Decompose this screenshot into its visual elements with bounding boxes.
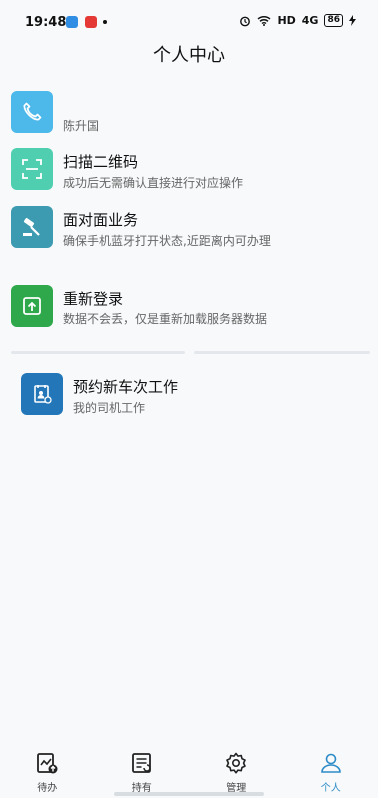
status-indicators: HD 4G 86	[239, 14, 356, 27]
reserve-icon	[21, 373, 63, 415]
reserve-trip-subtitle: 我的司机工作	[73, 401, 146, 415]
bottom-tab-bar: 待办 持有 管理 个人	[0, 744, 378, 798]
phone-icon	[11, 91, 53, 133]
holding-list-icon	[131, 753, 151, 773]
tab-todo-label: 待办	[37, 783, 58, 794]
tab-personal-label: 个人	[320, 783, 341, 794]
scan-qrcode-title: 扫描二维码	[63, 153, 139, 171]
relogin-subtitle: 数据不会丢，仅是重新加载服务器数据	[63, 312, 268, 326]
face-to-face-title: 面对面业务	[63, 211, 139, 229]
gear-icon	[226, 752, 247, 774]
status-bar: 19:48 HD 4G 86	[0, 0, 378, 44]
divider	[194, 351, 370, 354]
scan-qrcode-row[interactable]: 扫描二维码 成功后无需确认直接进行对应操作	[0, 148, 378, 192]
todo-upload-icon	[37, 753, 58, 774]
face-to-face-row[interactable]: 面对面业务 确保手机蓝牙打开状态,近距离内可办理	[0, 206, 378, 250]
relogin-title: 重新登录	[63, 290, 124, 308]
home-indicator[interactable]	[114, 792, 264, 796]
reserve-trip-title: 预约新车次工作	[73, 378, 179, 396]
app-notification-icon-2	[85, 16, 97, 28]
relogin-row[interactable]: 重新登录 数据不会丢，仅是重新加载服务器数据	[0, 285, 378, 329]
divider	[11, 351, 185, 354]
more-notifications-dot	[103, 20, 107, 24]
tab-holding[interactable]: 持有	[95, 744, 190, 798]
scan-icon	[11, 148, 53, 190]
page-title: 个人中心	[153, 45, 225, 66]
status-time: 19:48	[25, 15, 67, 30]
wifi-icon	[257, 15, 271, 26]
network-type: HD	[277, 14, 296, 27]
user-name: 陈升国	[63, 119, 100, 133]
reserve-trip-row[interactable]: 预约新车次工作 我的司机工作	[0, 373, 378, 417]
battery-icon: 86	[324, 14, 343, 27]
relogin-icon	[11, 285, 53, 327]
person-icon	[320, 753, 341, 773]
scan-qrcode-subtitle: 成功后无需确认直接进行对应操作	[63, 176, 244, 190]
face-to-face-subtitle: 确保手机蓝牙打开状态,近距离内可办理	[63, 234, 271, 248]
gavel-icon	[11, 206, 53, 248]
app-notification-icon	[66, 16, 78, 28]
tab-manage[interactable]: 管理	[189, 744, 284, 798]
tab-personal[interactable]: 个人	[284, 744, 378, 798]
tab-todo[interactable]: 待办	[0, 744, 95, 798]
user-phone-row[interactable]: 陈升国	[0, 89, 378, 133]
charging-icon	[349, 15, 356, 26]
alarm-icon	[240, 16, 251, 26]
signal-type: 4G	[301, 14, 319, 27]
